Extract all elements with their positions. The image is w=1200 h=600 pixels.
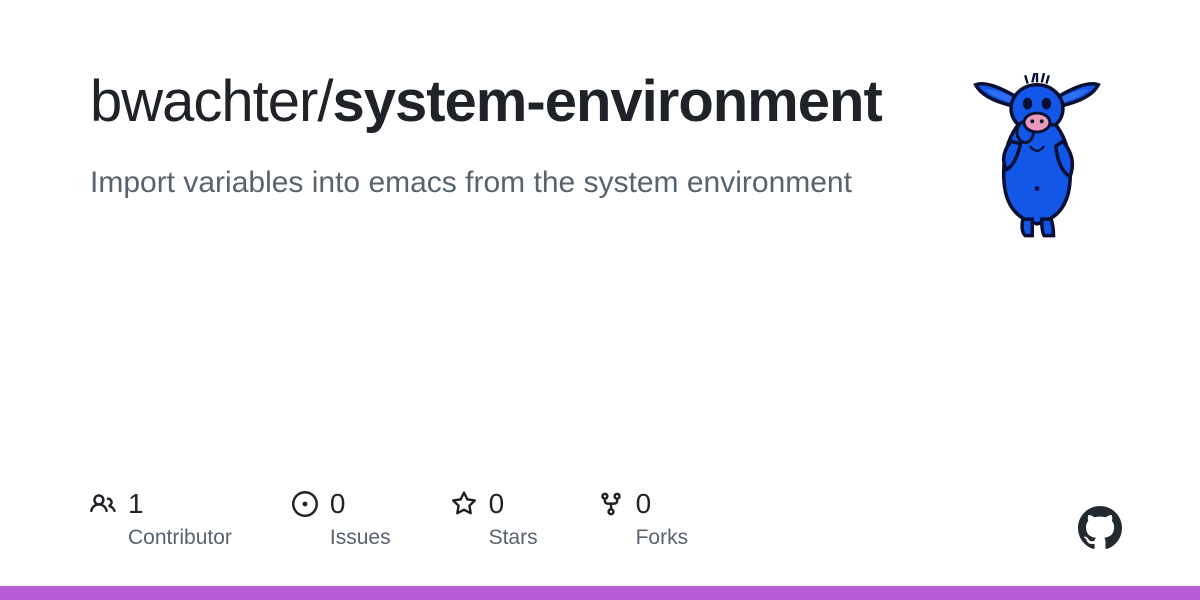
stars-value: 0 bbox=[489, 488, 505, 520]
issues-value: 0 bbox=[330, 488, 346, 520]
forks-value: 0 bbox=[636, 488, 652, 520]
star-icon bbox=[451, 491, 477, 517]
forks-label: Forks bbox=[636, 526, 689, 550]
stars-label: Stars bbox=[489, 526, 538, 550]
repo-name: system-environment bbox=[332, 69, 881, 134]
people-icon bbox=[90, 491, 116, 517]
repo-stats: 1 Contributor 0 Issues 0 Stars bbox=[90, 488, 688, 550]
repo-separator: / bbox=[317, 69, 332, 134]
donkey-avatar-icon bbox=[962, 73, 1112, 238]
contributors-label: Contributor bbox=[128, 526, 232, 550]
owner-avatar bbox=[952, 70, 1122, 240]
fork-icon bbox=[598, 491, 624, 517]
repo-description: Import variables into emacs from the sys… bbox=[90, 162, 890, 204]
repo-owner: bwachter bbox=[90, 69, 317, 134]
stat-issues: 0 Issues bbox=[292, 488, 391, 550]
stat-stars: 0 Stars bbox=[451, 488, 538, 550]
language-color-bar bbox=[0, 586, 1200, 600]
repo-title: bwachter/system-environment bbox=[90, 70, 890, 134]
stat-forks: 0 Forks bbox=[598, 488, 689, 550]
stat-contributors: 1 Contributor bbox=[90, 488, 232, 550]
social-preview-card: bwachter/system-environment Import varia… bbox=[0, 0, 1200, 600]
github-logo-icon bbox=[1078, 506, 1122, 550]
issues-label: Issues bbox=[330, 526, 391, 550]
contributors-value: 1 bbox=[128, 488, 144, 520]
issue-icon bbox=[292, 491, 318, 517]
